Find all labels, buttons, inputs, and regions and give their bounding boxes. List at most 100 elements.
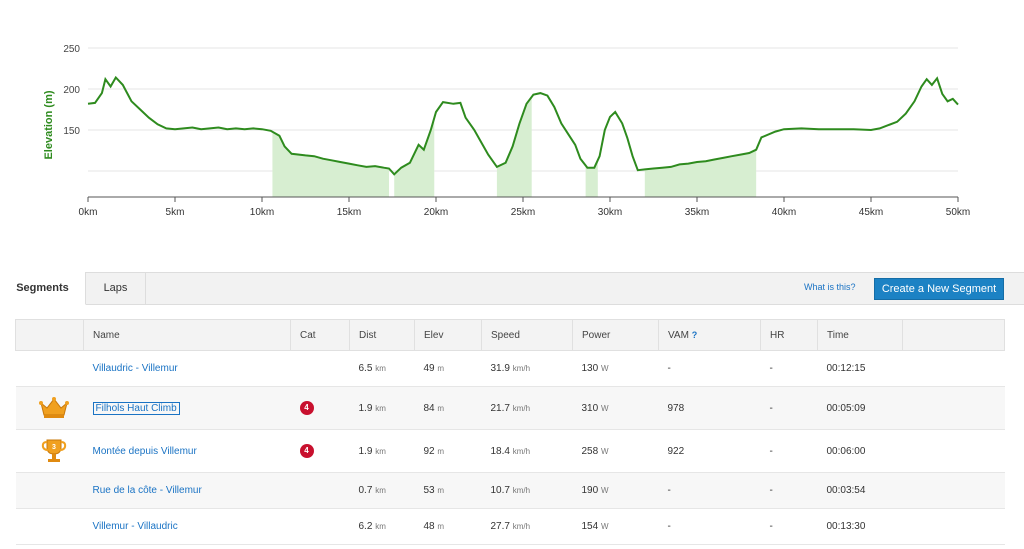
hr-cell: - [760, 508, 818, 545]
speed-value: 18.4 [490, 445, 510, 457]
segment-link[interactable]: Montée depuis Villemur [93, 446, 197, 457]
segment-link[interactable]: Villemur - Villaudric [93, 521, 178, 532]
power-value: 258 [581, 445, 599, 457]
x-tick-label: 35km [685, 207, 709, 218]
dist-cell: 6.2 km [349, 508, 415, 545]
speed-header[interactable]: Speed [481, 319, 573, 351]
climb-area [272, 131, 390, 197]
table-row[interactable]: Villemur - Villaudric 6.2 km 48 m 27.7 km/h… [15, 508, 1005, 545]
vam-cell: - [658, 508, 761, 545]
speed-unit: km/h [512, 486, 531, 495]
name-header[interactable]: Name [83, 319, 291, 351]
speed-cell: 10.7 km/h [481, 472, 573, 509]
elev-unit: m [437, 403, 445, 413]
vam-cell: - [658, 350, 761, 387]
trophy-icon: 3 [41, 439, 67, 462]
time-cell: 00:05:09 [817, 386, 903, 430]
time-cell: 00:12:15 [817, 350, 903, 387]
dist-header[interactable]: Dist [349, 319, 415, 351]
category-badge: 4 [299, 444, 314, 458]
y-tick-label: 200 [63, 85, 80, 96]
x-tick-label: 10km [250, 207, 274, 218]
x-tick-label: 40km [772, 207, 796, 218]
power-unit: W [600, 403, 609, 413]
elev-cell: 84 m [414, 386, 482, 430]
cat-cell: 4 [290, 386, 350, 430]
award-cell [15, 508, 84, 545]
tab-segments[interactable]: Segments [0, 272, 86, 305]
speed-cell: 31.9 km/h [481, 350, 573, 387]
cat-cell [290, 472, 350, 509]
speed-cell: 18.4 km/h [481, 429, 573, 473]
segment-link[interactable]: Filhols Haut Climb [92, 401, 180, 415]
x-tick-label: 50km [946, 207, 970, 218]
elev-value: 53 [423, 485, 435, 496]
time-cell: 00:13:30 [817, 508, 903, 545]
dist-unit: km [375, 403, 386, 413]
award-cell [15, 472, 84, 509]
vam-cell: 922 [658, 429, 761, 473]
what-is-this-link[interactable]: What is this? [804, 282, 856, 292]
crown-icon [39, 397, 69, 418]
climb-area [496, 97, 532, 197]
vam-header[interactable]: VAM ? [658, 319, 761, 351]
time-header[interactable]: Time [817, 319, 903, 351]
extra-cell [902, 508, 1005, 545]
vam-help-icon[interactable]: ? [692, 330, 698, 340]
x-tick-label: 5km [166, 207, 185, 218]
power-header[interactable]: Power [572, 319, 659, 351]
speed-value: 31.9 [490, 363, 510, 374]
speed-cell: 27.7 km/h [481, 508, 573, 545]
segment-link[interactable]: Villaudric - Villemur [93, 363, 178, 374]
power-cell: 190 W [572, 472, 659, 509]
power-value: 130 [581, 363, 599, 374]
hr-header[interactable]: HR [760, 319, 818, 351]
climb-area [644, 149, 757, 197]
x-tick-label: 45km [859, 207, 883, 218]
time-cell: 00:03:54 [817, 472, 903, 509]
extra-cell [902, 350, 1005, 387]
cat-header[interactable]: Cat [290, 319, 350, 351]
cat-cell [290, 508, 350, 545]
hr-cell: - [760, 472, 818, 509]
dist-value: 6.5 [358, 363, 373, 374]
name-cell: Villemur - Villaudric [83, 508, 291, 545]
dist-unit: km [375, 486, 386, 495]
name-cell: Filhols Haut Climb [83, 386, 291, 430]
elev-cell: 49 m [414, 350, 482, 387]
extra-cell [902, 386, 1005, 430]
table-row[interactable]: Villaudric - Villemur 6.5 km 49 m 31.9 km/h… [15, 350, 1005, 387]
vam-cell: 978 [658, 386, 761, 430]
x-tick-label: 25km [511, 207, 535, 218]
table-header-row: Name Cat Dist Elev Speed Power VAM ? HR … [15, 319, 1005, 351]
dist-cell: 1.9 km [349, 386, 415, 430]
table-row[interactable]: Rue de la côte - Villemur 0.7 km 53 m 10.7 … [15, 472, 1005, 509]
speed-unit: km/h [512, 403, 531, 413]
power-unit: W [600, 364, 609, 373]
dist-value: 0.7 [358, 485, 373, 496]
speed-value: 27.7 [490, 521, 510, 532]
hr-cell: - [760, 386, 818, 430]
extra-cell [902, 429, 1005, 473]
segment-link[interactable]: Rue de la côte - Villemur [93, 485, 202, 496]
segments-tabbar: Segments Laps What is this? Create a New… [0, 272, 1024, 305]
elev-header[interactable]: Elev [414, 319, 482, 351]
power-value: 310 [581, 402, 599, 414]
tab-laps[interactable]: Laps [86, 272, 146, 305]
dist-unit: km [375, 364, 386, 373]
power-cell: 154 W [572, 508, 659, 545]
elevation-chart: 250 200 150 0km 5km 10km 15km 20km 25km 30km 35km 4… [43, 44, 970, 218]
dist-cell: 6.5 km [349, 350, 415, 387]
elev-value: 92 [423, 445, 435, 457]
speed-unit: km/h [512, 364, 531, 373]
power-unit: W [600, 446, 609, 456]
extra-header [902, 319, 1005, 351]
table-row[interactable]: Filhols Haut Climb 4 1.9 km 84 m 21.7 km/h 31… [15, 386, 1005, 430]
vam-cell: - [658, 472, 761, 509]
create-segment-button[interactable]: Create a New Segment [874, 278, 1004, 300]
name-cell: Rue de la côte - Villemur [83, 472, 291, 509]
dist-cell: 0.7 km [349, 472, 415, 509]
y-tick-label: 150 [63, 126, 80, 137]
award-header [15, 319, 84, 351]
table-row[interactable]: 3 Montée depuis Villemur 4 1.9 km 92 m 18.4 k… [15, 429, 1005, 473]
